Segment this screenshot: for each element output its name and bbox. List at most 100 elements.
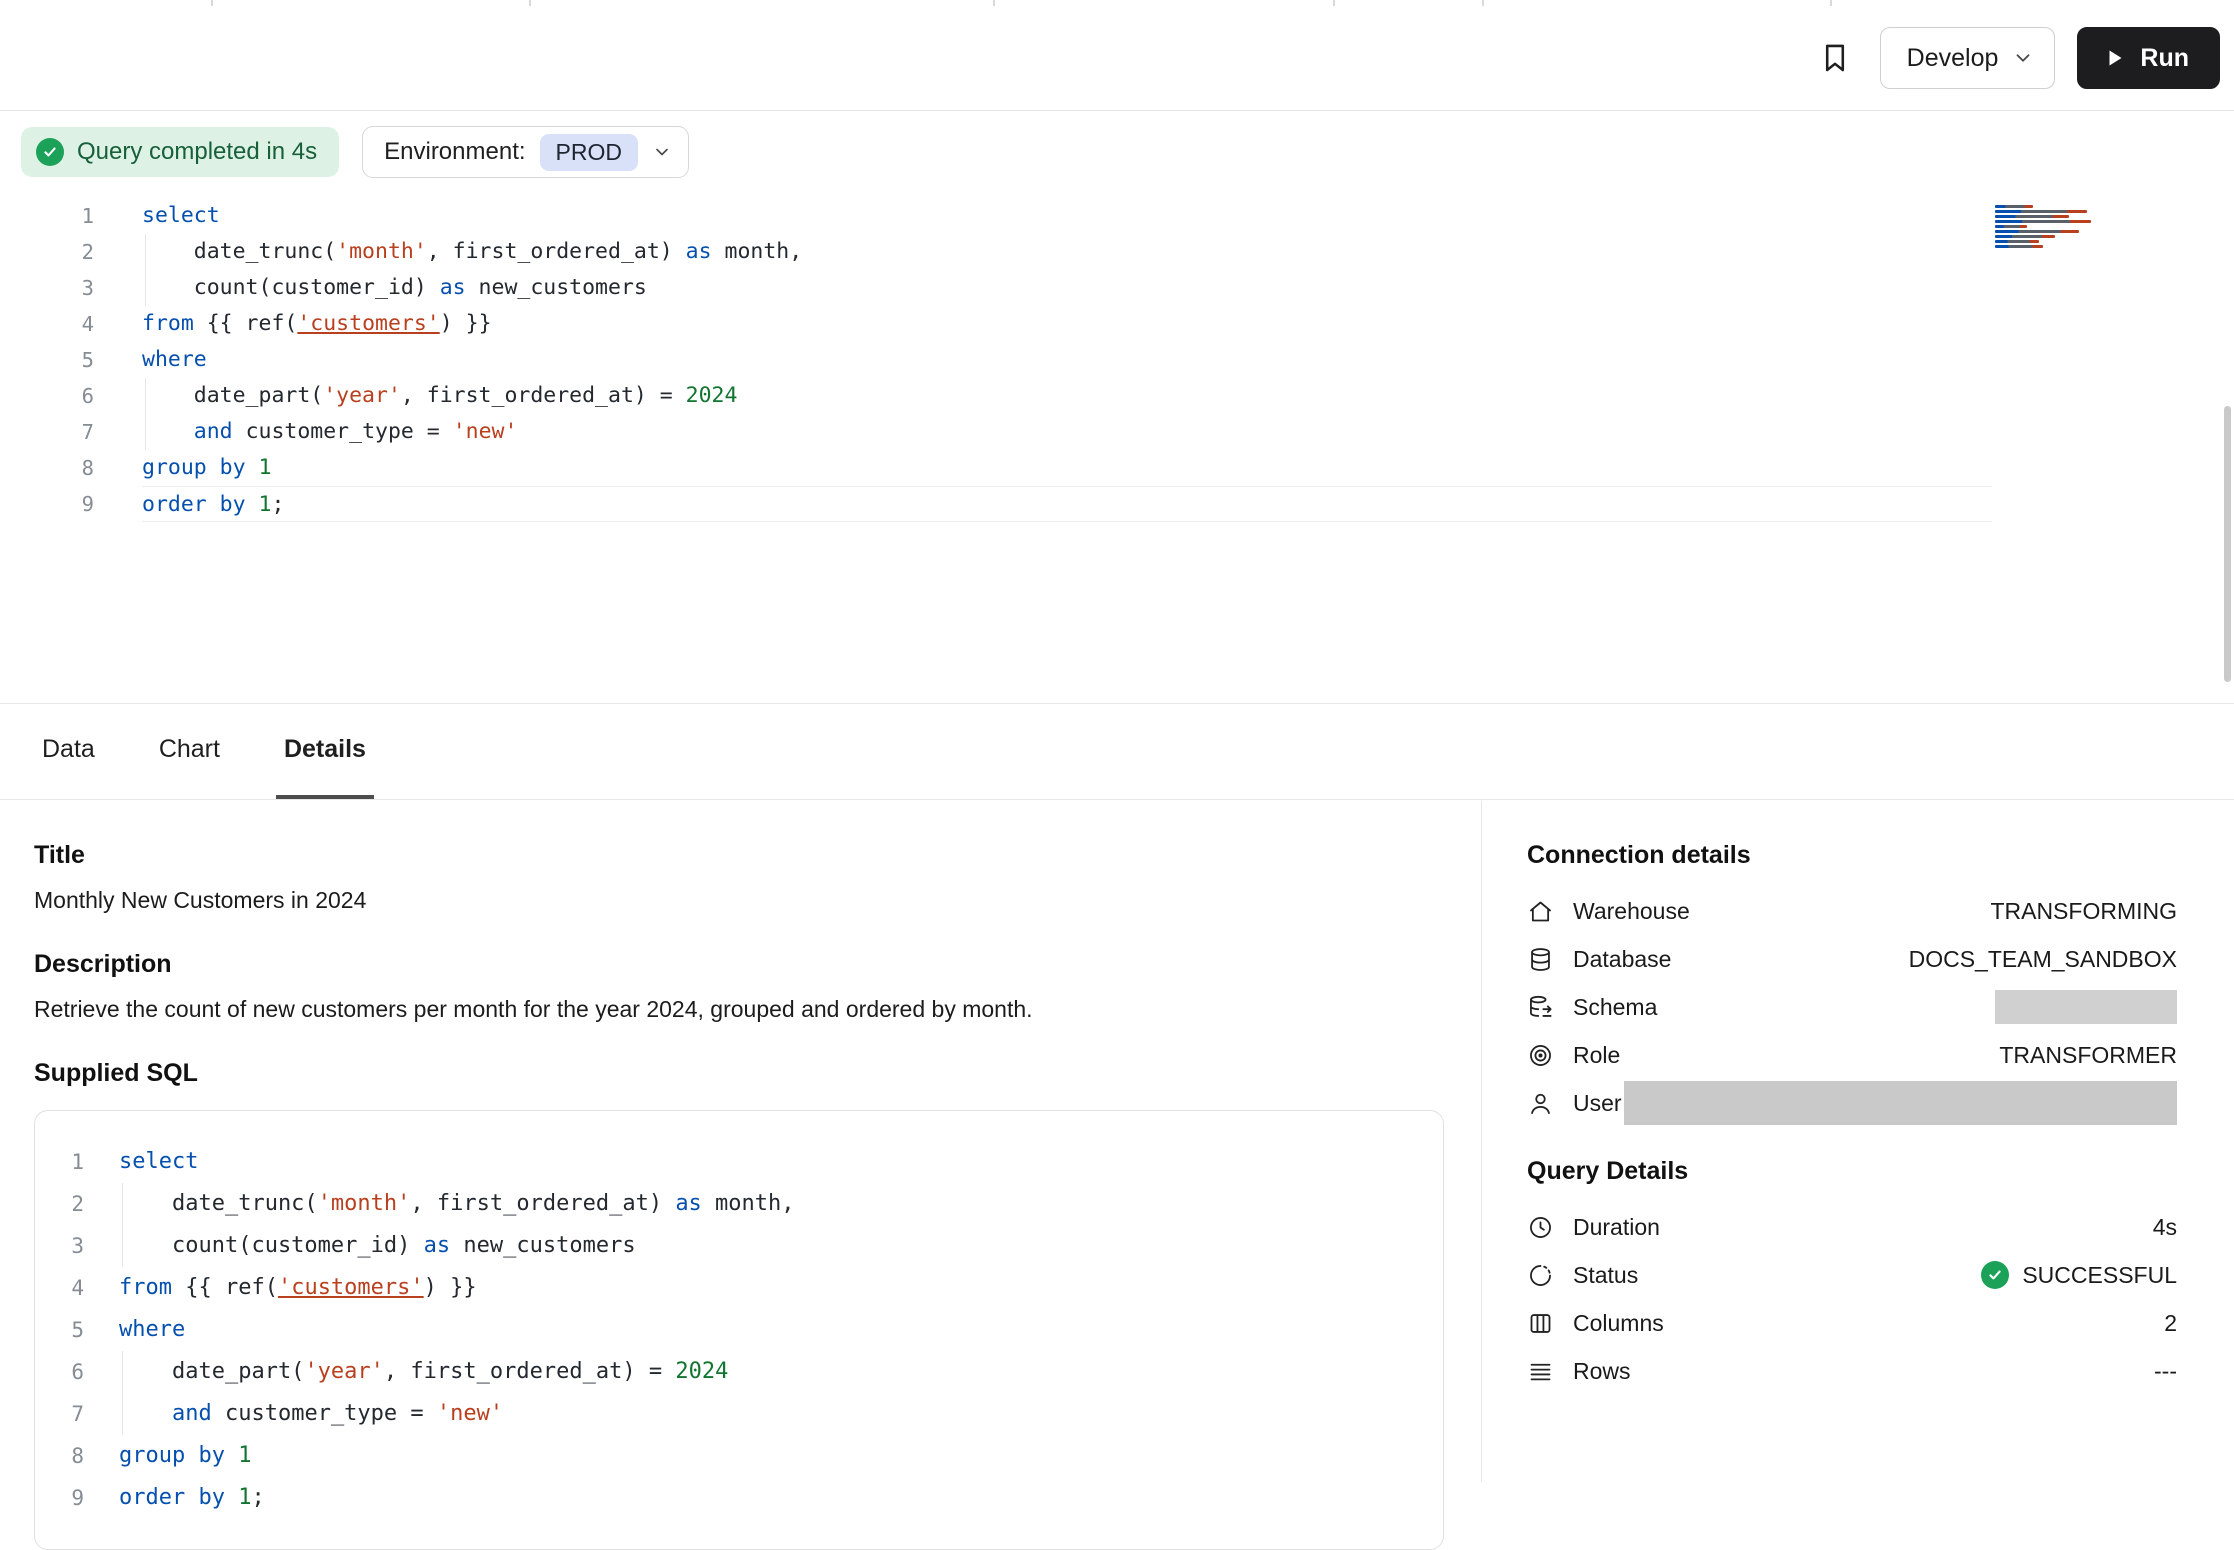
connection-details-heading: Connection details bbox=[1527, 841, 2177, 870]
details-panel: Title Monthly New Customers in 2024 Desc… bbox=[0, 801, 1481, 1482]
line-number: 2 bbox=[0, 234, 94, 270]
environment-badge: PROD bbox=[540, 134, 638, 171]
check-icon bbox=[1981, 1261, 2009, 1289]
warehouse-icon bbox=[1527, 898, 1554, 925]
code-text: from {{ ref('customers') }} bbox=[119, 1267, 1443, 1309]
row-label: Rows bbox=[1573, 1358, 1631, 1385]
code-line: 7 and customer_type = 'new' bbox=[0, 414, 1992, 450]
redacted-value bbox=[1995, 990, 2177, 1024]
code-line: 9order by 1; bbox=[35, 1477, 1443, 1519]
code-line: 8 group by 1 bbox=[0, 450, 1992, 486]
detail-row: User bbox=[1527, 1079, 2177, 1127]
line-number: 2 bbox=[35, 1183, 84, 1225]
run-button[interactable]: Run bbox=[2077, 27, 2220, 89]
row-label: Status bbox=[1573, 1262, 1638, 1289]
code-line: 1 select bbox=[35, 1141, 1443, 1183]
code-text: and customer_type = 'new' bbox=[142, 414, 1992, 450]
line-number: 1 bbox=[0, 198, 94, 234]
title-value: Monthly New Customers in 2024 bbox=[34, 887, 1481, 914]
code-text: where bbox=[119, 1309, 1443, 1351]
row-label: Database bbox=[1573, 946, 1671, 973]
description-value: Retrieve the count of new customers per … bbox=[34, 996, 1481, 1023]
line-number: 9 bbox=[0, 486, 94, 522]
supplied-sql-box: 1 select2 date_trunc('month', first_order… bbox=[34, 1110, 1444, 1550]
bookmark-icon[interactable] bbox=[1812, 35, 1858, 81]
detail-row: Status SUCCESSFUL bbox=[1527, 1251, 2177, 1299]
code-line: 6 date_part('year', first_ordered_at) = … bbox=[35, 1351, 1443, 1393]
code-text: order by 1; bbox=[119, 1477, 1443, 1519]
line-number: 6 bbox=[0, 378, 94, 414]
code-line: 5 where bbox=[35, 1309, 1443, 1351]
detail-row: Columns2 bbox=[1527, 1299, 2177, 1347]
detail-row: Role TRANSFORMER bbox=[1527, 1031, 2177, 1079]
code-text: group by 1 bbox=[142, 450, 1992, 486]
editor-minimap[interactable] bbox=[1995, 205, 2099, 249]
code-line: 4 from {{ ref('customers') }} bbox=[35, 1267, 1443, 1309]
row-value: TRANSFORMER bbox=[1999, 1042, 2177, 1069]
chevron-down-icon bbox=[652, 142, 672, 162]
row-label: Role bbox=[1573, 1042, 1620, 1069]
detail-row: Schema bbox=[1527, 983, 2177, 1031]
status-icon bbox=[1527, 1262, 1554, 1289]
redacted-value bbox=[1624, 1081, 2177, 1125]
code-text: select bbox=[119, 1141, 1443, 1183]
line-number: 4 bbox=[35, 1267, 84, 1309]
develop-label: Develop bbox=[1907, 44, 1999, 73]
role-icon bbox=[1527, 1042, 1554, 1069]
columns-icon bbox=[1527, 1310, 1554, 1337]
duration-icon bbox=[1527, 1214, 1554, 1241]
sql-editor[interactable]: 1select2 date_trunc('month', first_order… bbox=[0, 198, 1992, 522]
code-line: 2 date_trunc('month', first_ordered_at) … bbox=[35, 1183, 1443, 1225]
row-value: SUCCESSFUL bbox=[1981, 1261, 2177, 1289]
details-content: Title Monthly New Customers in 2024 Desc… bbox=[0, 801, 2234, 1482]
line-number: 5 bbox=[35, 1309, 84, 1351]
detail-row: Database DOCS_TEAM_SANDBOX bbox=[1527, 935, 2177, 983]
line-number: 3 bbox=[35, 1225, 84, 1267]
line-number: 1 bbox=[35, 1141, 84, 1183]
run-label: Run bbox=[2140, 44, 2189, 73]
code-line: 2 date_trunc('month', first_ordered_at) … bbox=[0, 234, 1992, 270]
code-line: 4from {{ ref('customers') }} bbox=[0, 306, 1992, 342]
status-bar: Query completed in 4s Environment: PROD bbox=[21, 126, 689, 178]
line-number: 7 bbox=[0, 414, 94, 450]
code-line: 8 group by 1 bbox=[35, 1435, 1443, 1477]
line-number: 8 bbox=[0, 450, 94, 486]
row-label: Columns bbox=[1573, 1310, 1664, 1337]
code-text: count(customer_id) as new_customers bbox=[119, 1225, 1443, 1267]
row-value: 4s bbox=[2153, 1214, 2177, 1241]
line-number: 8 bbox=[35, 1435, 84, 1477]
schema-icon bbox=[1527, 994, 1554, 1021]
code-text: group by 1 bbox=[119, 1435, 1443, 1477]
tab-details[interactable]: Details bbox=[276, 704, 374, 799]
play-icon bbox=[2102, 46, 2126, 70]
query-status-text: Query completed in 4s bbox=[77, 138, 317, 166]
tab-data[interactable]: Data bbox=[34, 704, 103, 799]
code-text: date_part('year', first_ordered_at) = 20… bbox=[142, 378, 1992, 414]
row-label: User bbox=[1573, 1090, 1622, 1117]
develop-dropdown[interactable]: Develop bbox=[1880, 27, 2056, 89]
row-label: Schema bbox=[1573, 994, 1657, 1021]
environment-dropdown[interactable]: Environment: PROD bbox=[362, 126, 689, 178]
connection-details-rows: WarehouseTRANSFORMING Database DOCS_TEAM_S… bbox=[1527, 887, 2177, 1127]
code-text: where bbox=[142, 342, 1992, 378]
detail-row: Rows--- bbox=[1527, 1347, 2177, 1395]
code-text: date_trunc('month', first_ordered_at) as… bbox=[142, 234, 1992, 270]
scrollbar[interactable] bbox=[2224, 406, 2231, 682]
code-line: 3 count(customer_id) as new_customers bbox=[35, 1225, 1443, 1267]
detail-row: Duration4s bbox=[1527, 1203, 2177, 1251]
query-details-heading: Query Details bbox=[1527, 1157, 2177, 1186]
code-text: from {{ ref('customers') }} bbox=[142, 306, 1992, 342]
tab-chart[interactable]: Chart bbox=[151, 704, 228, 799]
user-icon bbox=[1527, 1090, 1554, 1117]
code-line: 1 select bbox=[0, 198, 1992, 234]
detail-row: WarehouseTRANSFORMING bbox=[1527, 887, 2177, 935]
line-number: 3 bbox=[0, 270, 94, 306]
row-value: DOCS_TEAM_SANDBOX bbox=[1909, 946, 2177, 973]
code-text: select bbox=[142, 198, 1992, 234]
rows-icon bbox=[1527, 1358, 1554, 1385]
line-number: 5 bbox=[0, 342, 94, 378]
database-icon bbox=[1527, 946, 1554, 973]
supplied-sql-code: 1 select2 date_trunc('month', first_order… bbox=[35, 1141, 1443, 1519]
supplied-sql-heading: Supplied SQL bbox=[34, 1059, 1481, 1088]
code-line: 3 count(customer_id) as new_customers bbox=[0, 270, 1992, 306]
